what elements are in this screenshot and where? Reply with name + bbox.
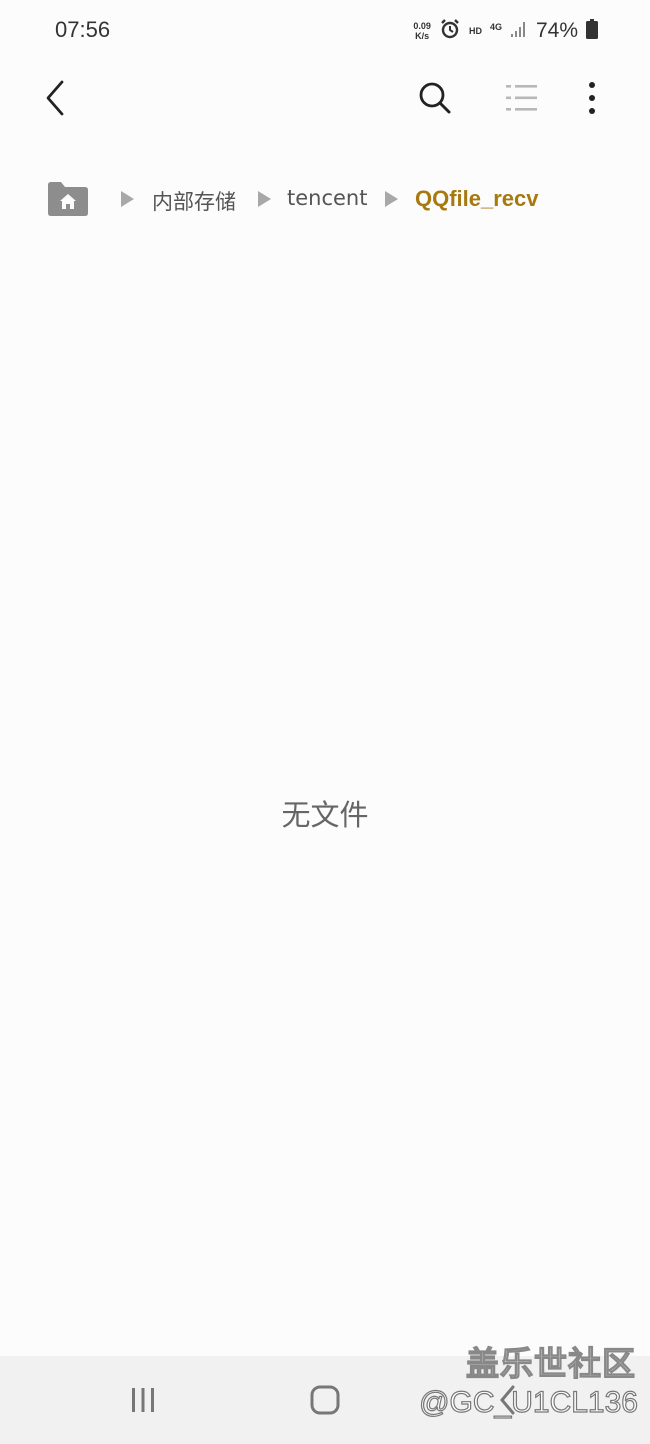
recents-icon xyxy=(132,1388,154,1412)
network-label: 4G xyxy=(489,22,502,32)
breadcrumb-item-qqfile-recv: QQfile_recv xyxy=(415,186,539,211)
breadcrumb-separator-icon xyxy=(258,191,271,207)
net-speed: 0.09 K/s xyxy=(413,21,431,41)
back-button[interactable] xyxy=(32,74,80,122)
watermark-handle: @GC_U1CL136 xyxy=(418,1385,638,1419)
home-folder-icon xyxy=(48,182,88,216)
battery-icon xyxy=(586,19,598,43)
toolbar xyxy=(0,62,650,136)
list-view-icon xyxy=(506,85,537,111)
more-icon xyxy=(589,82,595,114)
watermark-title: 盖乐世社区 xyxy=(465,1343,636,1383)
list-view-button[interactable] xyxy=(498,74,546,122)
home-button[interactable] xyxy=(295,1376,355,1424)
breadcrumb-item-tencent[interactable]: tencent xyxy=(287,186,367,210)
breadcrumb-separator-icon xyxy=(121,191,134,207)
back-icon xyxy=(46,80,64,116)
status-icons: 0.09 K/s HD 4G 74% xyxy=(413,18,598,44)
status-bar: 07:56 0.09 K/s HD 4G 74% xyxy=(0,0,650,62)
more-options-button[interactable] xyxy=(568,74,616,122)
search-button[interactable] xyxy=(411,74,459,122)
breadcrumb-item-internal-storage[interactable]: 内部存储 xyxy=(152,186,236,216)
home-icon xyxy=(310,1385,340,1415)
net-speed-unit: K/s xyxy=(415,31,430,41)
recents-button[interactable] xyxy=(113,1376,173,1424)
breadcrumb-home-button[interactable] xyxy=(46,180,92,220)
net-speed-value: 0.09 xyxy=(413,21,431,31)
breadcrumb: 内部存储 tencent QQfile_recv xyxy=(0,172,650,228)
alarm-icon xyxy=(439,18,461,44)
breadcrumb-separator-icon xyxy=(385,191,398,207)
empty-state-text: 无文件 xyxy=(281,798,369,832)
battery-percent: 74% xyxy=(535,19,578,42)
hd-label: HD xyxy=(468,26,482,36)
search-icon xyxy=(419,82,451,114)
status-time: 07:56 xyxy=(55,17,111,42)
signal-icon xyxy=(510,20,528,42)
